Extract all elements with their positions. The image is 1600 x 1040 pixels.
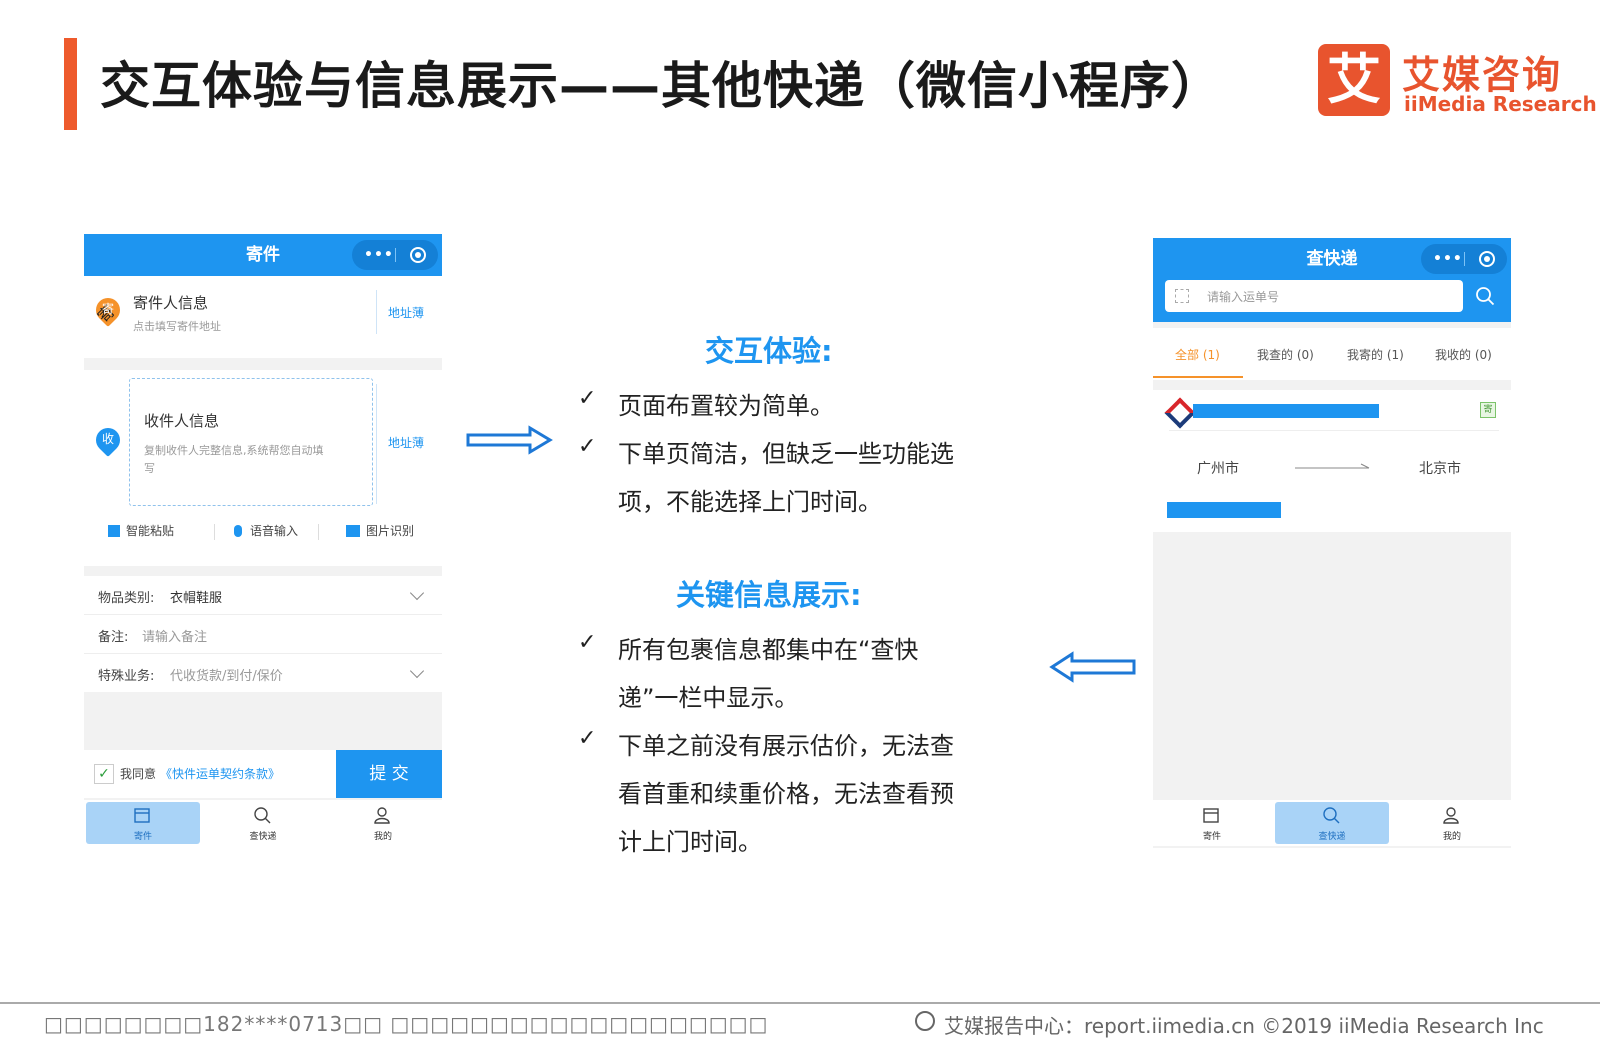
sender-hint: 点击填写寄件地址 (133, 320, 221, 333)
route-arrow-icon (1295, 463, 1370, 469)
info-line-5: 计上门时间。 (618, 828, 762, 856)
sender-title: 寄件人信息 (133, 294, 209, 312)
tracking-search-input[interactable]: 请输入运单号 (1165, 280, 1463, 312)
chevron-down-icon (409, 663, 425, 679)
interaction-title: 交互体验: (705, 334, 833, 368)
sender-address-book-link[interactable]: 地址薄 (388, 304, 424, 321)
info-line-1: 所有包裹信息都集中在“查快 (618, 636, 919, 664)
info-line-4: 看首重和续重价格，无法查看预 (618, 780, 954, 808)
search-icon[interactable] (1475, 286, 1495, 306)
agreement-bar: ✓ 我同意 《快件运单契约条款》 提 交 (84, 750, 442, 798)
tab-mine[interactable]: 我的 (326, 802, 440, 844)
receiver-section: 收 收件人信息 复制收件人完整信息,系统帮您自动填 写 地址薄 智能粘贴 语音输… (84, 370, 442, 566)
left-topbar-title: 寄件 (246, 245, 280, 265)
search-icon (1323, 807, 1340, 824)
interaction-line-1: 页面布置较为简单。 (618, 392, 834, 420)
redacted-tracking-bar (1193, 404, 1379, 418)
interaction-line-3: 项，不能选择上门时间。 (618, 488, 882, 516)
tab-my-received[interactable]: 我收的 (0) (1435, 346, 1492, 363)
search-area: 请输入运单号 (1153, 280, 1511, 322)
right-tabbar: 寄件 查快递 我的 (1153, 800, 1511, 846)
right-phone-screenshot: 查快递 ••• 请输入运单号 全部 (1) 我查的 (0) 我寄的 (1) 我收… (1153, 238, 1511, 848)
tab-mine[interactable]: 我的 (1395, 802, 1509, 844)
receiver-address-book-link[interactable]: 地址薄 (388, 434, 424, 451)
filter-tabs: 全部 (1) 我查的 (0) 我寄的 (1) 我收的 (0) (1153, 328, 1511, 380)
microphone-icon (234, 525, 242, 537)
footer-divider (0, 1002, 1600, 1004)
image-recognition-button[interactable]: 图片识别 (346, 522, 414, 539)
check-icon: ✓ (578, 630, 597, 655)
user-icon (1443, 807, 1459, 824)
image-icon (346, 525, 360, 537)
remark-input[interactable]: 请输入备注 (142, 626, 207, 645)
logo-mark: 艾 (1318, 44, 1390, 116)
info-title: 关键信息展示: (676, 578, 862, 612)
agree-checkbox[interactable]: ✓ (94, 764, 114, 784)
left-phone-screenshot: 寄件 ••• 寄 寄 寄件人信息 点击填写寄件地址 地址薄 收 收件人信息 复制… (84, 234, 442, 846)
tab-send[interactable]: 寄件 (86, 802, 200, 844)
voice-input-button[interactable]: 语音输入 (234, 522, 298, 539)
paste-icon (108, 525, 120, 537)
left-tabbar: 寄件 查快递 我的 (84, 800, 442, 846)
info-line-2: 递”一栏中显示。 (618, 684, 799, 712)
courier-logo-icon (1164, 397, 1196, 429)
contract-terms-link[interactable]: 《快件运单契约条款》 (160, 765, 280, 782)
right-topbar: 查快递 ••• (1153, 238, 1511, 280)
close-target-icon[interactable] (1479, 251, 1495, 267)
submit-button[interactable]: 提 交 (336, 750, 442, 798)
check-icon: ✓ (578, 726, 597, 751)
tab-my-queries[interactable]: 我查的 (0) (1257, 346, 1314, 363)
right-topbar-title: 查快递 (1306, 249, 1358, 269)
package-icon (1203, 808, 1219, 823)
more-icon[interactable]: ••• (364, 240, 394, 270)
check-icon: ✓ (578, 386, 597, 411)
item-category-row[interactable]: 物品类别: 衣帽鞋服 (84, 576, 442, 615)
mini-program-capsule[interactable]: ••• (1421, 244, 1507, 274)
user-icon (374, 807, 390, 824)
redacted-status-bar (1167, 502, 1281, 518)
receiver-title: 收件人信息 (144, 412, 220, 430)
smart-paste-button[interactable]: 智能粘贴 (108, 522, 174, 539)
close-target-icon[interactable] (410, 247, 426, 263)
more-icon[interactable]: ••• (1433, 244, 1463, 274)
origin-city: 广州市 (1197, 461, 1239, 477)
mini-program-capsule[interactable]: ••• (352, 240, 438, 270)
tab-track[interactable]: 查快递 (1275, 802, 1389, 844)
logo-text-cn: 艾媒咨询 (1402, 53, 1563, 97)
footer-note: □□□□□□□□182****0713□□ □□□□□□□□□□□□□□□□□□… (44, 1012, 769, 1036)
right-arrow-icon (466, 425, 553, 455)
destination-city: 北京市 (1419, 461, 1461, 477)
left-topbar: 寄件 ••• (84, 234, 442, 276)
check-icon: ✓ (578, 434, 597, 459)
logo-text-en: iiMedia Research (1404, 92, 1597, 116)
package-icon (134, 808, 150, 823)
tab-my-sent[interactable]: 我寄的 (1) (1347, 346, 1404, 363)
title-accent-bar (64, 38, 77, 130)
tab-track[interactable]: 查快递 (206, 802, 320, 844)
info-line-3: 下单之前没有展示估价，无法查 (618, 732, 954, 760)
tab-all[interactable]: 全部 (1) (1175, 346, 1220, 363)
send-badge: 寄 (1480, 402, 1496, 418)
remark-row[interactable]: 备注: 请输入备注 (84, 615, 442, 654)
tab-send[interactable]: 寄件 (1155, 802, 1269, 844)
search-icon (254, 807, 271, 824)
shipment-card[interactable]: 寄 广州市 北京市 (1153, 390, 1511, 532)
scan-icon[interactable] (1175, 289, 1189, 303)
interaction-line-2: 下单页简洁，但缺乏一些功能选 (618, 440, 954, 468)
sender-section[interactable]: 寄 寄 寄件人信息 点击填写寄件地址 地址薄 (84, 276, 442, 358)
left-arrow-icon (1049, 651, 1136, 683)
globe-icon (915, 1011, 935, 1031)
receiver-hint: 复制收件人完整信息,系统帮您自动填 (144, 444, 324, 457)
chevron-down-icon (409, 585, 425, 601)
page-title: 交互体验与信息展示——其他快递（微信小程序） (100, 57, 1222, 115)
special-service-row[interactable]: 特殊业务: 代收货款/到付/保价 (84, 654, 442, 692)
footer-source: 艾媒报告中心：report.iimedia.cn ©2019 iiMedia R… (944, 1014, 1544, 1038)
